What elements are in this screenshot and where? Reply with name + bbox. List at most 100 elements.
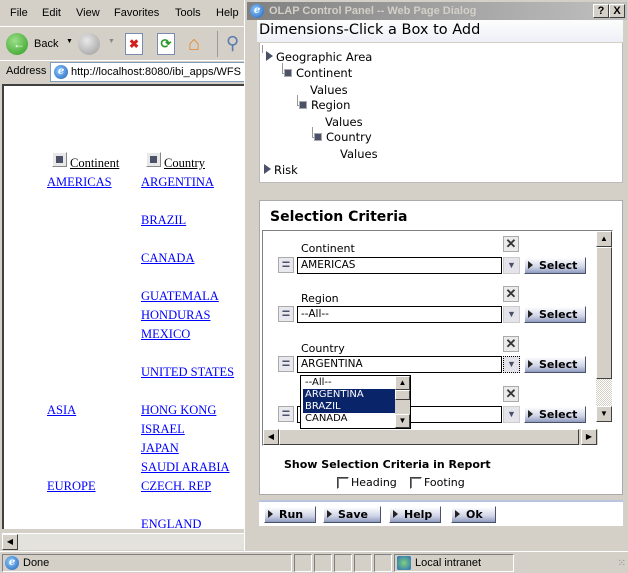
footing-checkbox[interactable] <box>410 477 422 489</box>
remove-criteria-button[interactable]: ✕ <box>503 336 519 352</box>
tree-node-country-values[interactable]: Values <box>340 147 378 161</box>
remove-criteria-button[interactable]: ✕ <box>503 286 519 302</box>
country-values-listbox[interactable]: --All-- ARGENTINA BRAZIL CANADA ▲ ▼ <box>300 375 411 429</box>
scroll-up-icon[interactable]: ▲ <box>596 231 612 247</box>
tree-node-risk[interactable]: Risk <box>264 163 298 177</box>
ok-button[interactable]: Ok <box>451 506 496 523</box>
scroll-up-icon[interactable]: ▲ <box>395 376 410 390</box>
scroll-thumb[interactable] <box>596 247 612 379</box>
home-button[interactable]: ⌂ <box>186 31 212 57</box>
operator-button[interactable]: = <box>278 406 294 422</box>
operator-button[interactable]: = <box>278 356 294 372</box>
tree-node-continent-values[interactable]: Values <box>310 83 348 97</box>
criteria-horizontal-scrollbar[interactable]: ◀ ▶ <box>263 429 598 445</box>
link-continent[interactable]: EUROPE <box>47 479 96 494</box>
page-icon: e <box>54 65 68 79</box>
scroll-right-icon[interactable]: ▶ <box>581 429 597 445</box>
select-button[interactable]: Select <box>524 257 586 274</box>
link-country[interactable]: CANADA <box>141 251 194 266</box>
run-button[interactable]: Run <box>264 506 316 523</box>
scroll-left-icon[interactable]: ◀ <box>263 429 279 445</box>
listbox-scrollbar[interactable]: ▲ ▼ <box>395 376 410 428</box>
status-panel <box>374 554 392 572</box>
close-title-button[interactable]: X <box>609 4 625 18</box>
operator-button[interactable]: = <box>278 257 294 273</box>
heading-checkbox[interactable] <box>337 477 349 489</box>
dropdown-arrow-icon[interactable]: ▼ <box>503 406 520 423</box>
header-continent[interactable]: Continent <box>70 156 119 171</box>
menu-file[interactable]: File <box>10 7 28 19</box>
address-input[interactable]: e http://localhost:8080/ibi_apps/WFS <box>50 62 260 82</box>
action-button-bar: Run Save Help Ok <box>259 500 623 526</box>
menu-edit[interactable]: Edit <box>42 7 61 19</box>
menu-help[interactable]: Help <box>216 7 239 19</box>
olap-dialog: e OLAP Control Panel -- Web Page Dialog … <box>244 0 628 551</box>
link-country[interactable]: SAUDI ARABIA <box>141 460 230 475</box>
criteria-input[interactable]: ARGENTINA <box>297 356 502 373</box>
save-button[interactable]: Save <box>323 506 381 523</box>
back-dropdown-icon[interactable]: ▼ <box>66 38 73 45</box>
header-country[interactable]: Country <box>164 156 205 171</box>
address-url: http://localhost:8080/ibi_apps/WFS <box>71 66 241 78</box>
select-button[interactable]: Select <box>524 406 586 423</box>
link-continent[interactable]: AMERICAS <box>47 175 112 190</box>
tree-node-continent[interactable]: Continent <box>284 66 352 80</box>
criteria-input[interactable]: AMERICAS <box>297 257 502 274</box>
link-country[interactable]: HONG KONG <box>141 403 216 418</box>
tree-node-country[interactable]: Country <box>314 130 372 144</box>
continent-drill-icon[interactable] <box>52 152 67 167</box>
scroll-down-icon[interactable]: ▼ <box>596 406 612 422</box>
listbox-option[interactable]: --All-- <box>303 377 395 389</box>
criteria-input[interactable]: --All-- <box>297 306 502 323</box>
menu-favorites[interactable]: Favorites <box>114 7 159 19</box>
remove-criteria-button[interactable]: ✕ <box>503 236 519 252</box>
dropdown-arrow-icon[interactable]: ▼ <box>503 257 520 274</box>
resize-grip-icon[interactable]: ⁙ <box>618 558 626 569</box>
listbox-option[interactable]: ARGENTINA <box>303 389 395 401</box>
link-country[interactable]: BRAZIL <box>141 213 186 228</box>
add-box-icon[interactable] <box>299 101 307 109</box>
link-country[interactable]: CZECH. REP <box>141 479 211 494</box>
remove-criteria-button[interactable]: ✕ <box>503 386 519 402</box>
dropdown-arrow-icon[interactable]: ▼ <box>503 306 520 323</box>
help-title-button[interactable]: ? <box>593 4 609 18</box>
scroll-thumb[interactable] <box>279 429 579 445</box>
tree-node-region[interactable]: Region <box>299 98 350 112</box>
link-country[interactable]: GUATEMALA <box>141 289 219 304</box>
select-button[interactable]: Select <box>524 356 586 373</box>
stop-button[interactable]: ✖ <box>124 31 146 57</box>
search-icon: ⚲ <box>226 33 240 53</box>
link-country[interactable]: JAPAN <box>141 441 179 456</box>
scroll-down-icon[interactable]: ▼ <box>395 414 410 428</box>
menu-tools[interactable]: Tools <box>175 7 201 19</box>
report-content: Continent Country AMERICAS ASIA EUROPE A… <box>2 84 246 529</box>
refresh-button[interactable]: ⟳ <box>156 31 178 57</box>
link-country[interactable]: ISRAEL <box>141 422 185 437</box>
forward-button[interactable]: ▼ <box>78 31 118 57</box>
scroll-thumb[interactable] <box>395 390 410 400</box>
tree-node-geographic-area[interactable]: Geographic Area <box>266 50 372 64</box>
dropdown-arrow-icon[interactable]: ▼ <box>503 356 520 373</box>
operator-button[interactable]: = <box>278 306 294 322</box>
link-country[interactable]: MEXICO <box>141 327 190 342</box>
intranet-icon <box>397 556 411 570</box>
help-button[interactable]: Help <box>389 506 441 523</box>
link-country[interactable]: ENGLAND <box>141 517 201 529</box>
add-box-icon[interactable] <box>284 69 292 77</box>
scroll-left-icon[interactable]: ◀ <box>2 534 18 550</box>
listbox-option[interactable]: BRAZIL <box>303 401 395 413</box>
listbox-option[interactable]: CANADA <box>303 413 395 425</box>
dialog-titlebar[interactable]: e OLAP Control Panel -- Web Page Dialog … <box>247 2 627 20</box>
select-button[interactable]: Select <box>524 306 586 323</box>
criteria-vertical-scrollbar[interactable]: ▲ ▼ <box>596 231 612 422</box>
back-button[interactable]: ← Back ▼ <box>4 31 74 57</box>
link-country[interactable]: HONDURAS <box>141 308 210 323</box>
tree-node-region-values[interactable]: Values <box>325 115 363 129</box>
menu-view[interactable]: View <box>76 7 100 19</box>
link-continent[interactable]: ASIA <box>47 403 76 418</box>
report-horizontal-scrollbar[interactable]: ◀ <box>2 533 246 550</box>
country-drill-icon[interactable] <box>146 152 161 167</box>
add-box-icon[interactable] <box>314 133 322 141</box>
link-country[interactable]: UNITED STATES <box>141 365 234 380</box>
link-country[interactable]: ARGENTINA <box>141 175 214 190</box>
